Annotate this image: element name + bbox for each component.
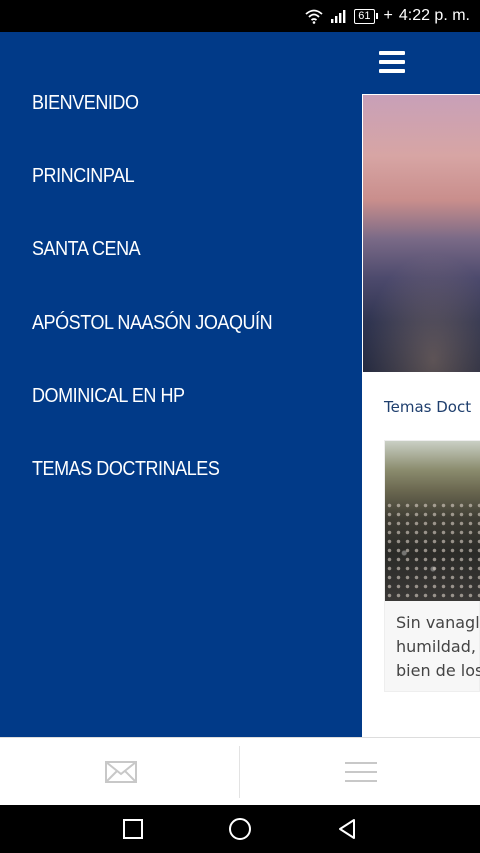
system-nav-bar xyxy=(0,805,480,853)
drawer-item-temas-doctrinales[interactable]: TEMAS DOCTRINALES xyxy=(32,458,220,481)
article-excerpt: Sin vanaglo humildad, n bien de los xyxy=(396,613,480,680)
drawer-item-bienvenido[interactable]: BIENVENIDO xyxy=(32,92,139,115)
battery-icon: 61 xyxy=(354,8,378,24)
wifi-icon xyxy=(305,9,323,24)
drawer-item-santa-cena[interactable]: SANTA CENA xyxy=(32,238,141,261)
drawer-item-dominical[interactable]: DOMINICAL EN HP xyxy=(32,385,185,408)
square-icon[interactable] xyxy=(121,817,145,841)
drawer-item-apostol[interactable]: APÓSTOL NAASÓN JOAQUÍN xyxy=(32,312,273,335)
bottom-tab-bar xyxy=(0,737,480,805)
triangle-back-icon[interactable] xyxy=(335,817,359,841)
drawer-item-principal[interactable]: PRINCINPAL xyxy=(32,165,135,188)
navigation-drawer: BIENVENIDO PRINCINPAL SANTA CENA APÓSTOL… xyxy=(0,32,362,737)
mail-icon xyxy=(105,761,137,783)
menu-button[interactable] xyxy=(240,738,480,806)
article-image xyxy=(385,441,480,601)
battery-level: 61 xyxy=(354,8,375,24)
clock: 4:22 p. m. xyxy=(398,7,470,24)
circle-icon[interactable] xyxy=(228,817,252,841)
section-link[interactable]: Temas Doct xyxy=(384,398,471,416)
charging-plus: + xyxy=(383,7,393,24)
app-screen: Temas Doct Sin vanaglo humildad, n bien … xyxy=(0,32,480,737)
status-bar: 61 + 4:22 p. m. xyxy=(0,0,480,32)
list-icon xyxy=(345,762,377,782)
hamburger-icon[interactable] xyxy=(379,51,405,73)
status-icons: 61 + 4:22 p. m. xyxy=(304,6,470,26)
hero-image xyxy=(363,95,480,372)
mail-button[interactable] xyxy=(0,738,239,806)
signal-icon xyxy=(331,10,346,23)
article-card[interactable]: Sin vanaglo humildad, n bien de los xyxy=(384,440,480,692)
